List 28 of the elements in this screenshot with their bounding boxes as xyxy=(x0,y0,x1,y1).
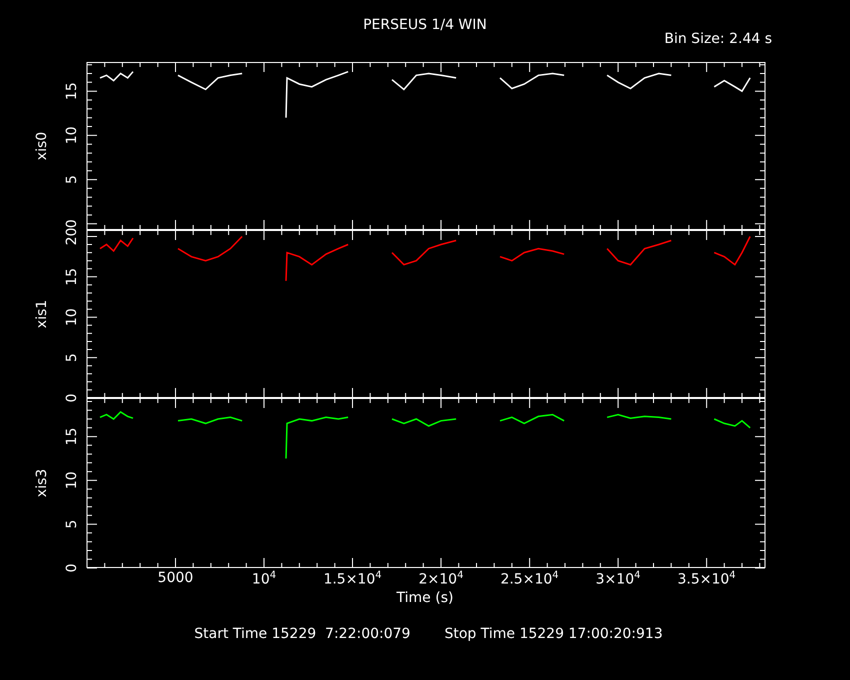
axis-tick-label: 15 xyxy=(64,82,80,100)
axis-tick-label: 0 xyxy=(64,564,80,572)
axis-tick-label: 2.5×10$^{4}$ xyxy=(500,570,559,588)
axis-tick-label: 20 xyxy=(64,228,80,246)
axis-title: xis1 xyxy=(34,300,50,328)
axis-tick-label: 5 xyxy=(64,353,80,362)
axis-tick-label: 3.5×10$^{4}$ xyxy=(677,570,736,588)
axis-tick-label: 15 xyxy=(64,268,80,286)
axis-tick-label: 10 xyxy=(64,126,80,144)
axis-tick-label: 3×10$^{4}$ xyxy=(596,570,640,588)
axis-tick-label: 5 xyxy=(64,175,80,184)
bin-size-label: Bin Size: 2.44 s xyxy=(664,31,772,47)
axis-tick-label: 5 xyxy=(64,520,80,529)
axis-tick-label: 2×10$^{4}$ xyxy=(418,570,464,588)
stop-time-text: Stop Time 15229 17:00:20:913 xyxy=(444,626,663,642)
axis-tick-label: 5000 xyxy=(158,570,194,586)
start-time-text: Start Time 15229 7:22:00:079 xyxy=(194,626,410,642)
axis-tick-label: 1.5×10$^{4}$ xyxy=(323,570,382,588)
axis-tick-label: 10$^{4}$ xyxy=(252,570,276,588)
axis-tick-label: 0 xyxy=(64,219,80,228)
axis-title: xis0 xyxy=(34,132,50,160)
axis-tick-label: 10 xyxy=(64,471,80,490)
axis-title: Time (s) xyxy=(396,590,454,606)
axis-title: xis3 xyxy=(34,468,50,498)
axis-tick-label: 10 xyxy=(64,308,80,326)
axis-tick-label: 15 xyxy=(64,428,80,446)
plot-title: PERSEUS 1/4 WIN xyxy=(363,17,487,33)
axis-tick-label: 0 xyxy=(64,394,80,402)
